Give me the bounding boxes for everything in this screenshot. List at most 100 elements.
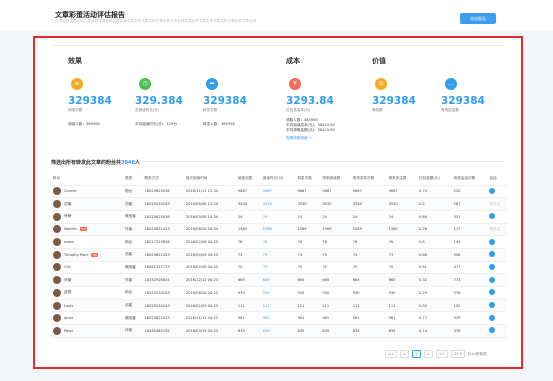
chat-cell[interactable] <box>487 210 507 224</box>
cell-money: 0.77 <box>416 311 452 326</box>
cell-bf: 111 <box>386 299 417 313</box>
effect-note-readers: 阅读人数：384956 <box>68 122 100 126</box>
fan-name[interactable]: Timothy Mart <box>64 253 88 257</box>
table-row[interactable]: Timothy Mart VIP 访客 18029821423 2016/04/05 0… <box>51 248 507 262</box>
cell-dur: 961 <box>260 311 296 326</box>
cell-bf: 961 <box>386 311 417 326</box>
value-sessions-value: 329384 <box>441 95 485 107</box>
filter-summary: 筛选出所有转发此文章的粉丝共3940人 <box>51 159 140 166</box>
fan-name[interactable]: Adam <box>64 240 74 244</box>
chat-bubble-icon[interactable] <box>489 289 496 296</box>
filter-suffix: 人 <box>134 160 140 166</box>
fan-name[interactable]: Louis <box>64 304 73 308</box>
table-row[interactable]: Cris 微信客 18082317723 2016/02/08 04:23 70 70 70… <box>51 261 507 275</box>
not-followed-label[interactable]: 未关注 <box>487 197 507 211</box>
fan-cell: Louis <box>51 299 124 313</box>
cell-br: 73 <box>320 248 351 262</box>
chat-cell[interactable] <box>487 185 507 199</box>
fan-name[interactable]: 洪楠 <box>64 202 71 207</box>
cost-total-value: 3293.84 <box>286 95 334 107</box>
last-page-button[interactable]: >> <box>436 350 449 358</box>
chat-bubble-icon[interactable] <box>489 251 496 258</box>
fan-name[interactable]: Cris <box>64 265 71 269</box>
cell-money: 0.26 <box>416 223 452 237</box>
chat-cell[interactable] <box>487 273 507 287</box>
cell-reads: 665 <box>235 273 261 287</box>
export-report-button[interactable]: 导出报告 <box>460 13 496 24</box>
chat-cell[interactable] <box>487 235 507 249</box>
cell-bf: 665 <box>386 273 417 287</box>
table-row[interactable]: Louis 访客 18529234163 2016/02/05 04:23 111 111… <box>51 299 507 313</box>
first-page-button[interactable]: << <box>385 350 398 358</box>
fan-name[interactable]: 武霞 <box>64 290 71 295</box>
cell-phone: 18082317723 <box>142 261 184 275</box>
table-row[interactable]: Warren VIP 作者 18029821423 2016/06/28 05:34 15… <box>51 223 507 237</box>
chat-cell[interactable] <box>487 299 507 313</box>
cell-type: 粉丝 <box>123 185 143 199</box>
cell-phone: 18529234163 <box>142 286 184 300</box>
page-1-button[interactable]: 1 <box>412 350 422 358</box>
cell-fwd: 73 <box>295 248 321 262</box>
cell-fwd: 1589 <box>295 223 321 237</box>
clock-icon: ◷ <box>139 78 151 90</box>
chat-bubble-icon[interactable] <box>489 213 496 220</box>
table-row[interactable]: Janet 微信客 18029821423 2016/11/11 04:23 961 96… <box>51 311 507 326</box>
table-row[interactable]: Adam 粉丝 18017519856 2016/02/08 04:23 76 76 76 7… <box>51 235 507 249</box>
table-row[interactable]: 武霞 粉丝 18529234163 2016/06/28 04:23 930 930 930… <box>51 286 507 300</box>
table-row[interactable]: 尹薇 作者 18252926854 2016/12/12 04:23 665 665 665… <box>51 273 507 287</box>
column-header: 阅读时长(分) <box>260 173 296 186</box>
fan-name[interactable]: Janet <box>64 316 73 320</box>
cell-time: 2016/06/28 04:23 <box>183 286 236 300</box>
table-row[interactable]: 洪楠 访客 18029234163 2016/06/08 10:24 3530 3530 3… <box>51 197 507 211</box>
cell-money: 0.6 <box>416 235 452 249</box>
fan-name[interactable]: Peter <box>64 329 73 333</box>
not-followed-label[interactable]: 未关注 <box>487 223 507 237</box>
cell-sess: 144 <box>451 235 488 249</box>
cell-dur: 3530 <box>260 197 296 211</box>
page-size-select[interactable]: 20 ▾ <box>451 350 465 358</box>
share-icon: ➦ <box>206 78 218 90</box>
effect-reads-value: 329384 <box>68 95 112 107</box>
fan-name[interactable]: 尹薇 <box>64 278 71 283</box>
view-receive-details-link[interactable]: 查看领取明细 > <box>286 136 312 141</box>
effect-duration-value: 329.384 <box>135 95 183 107</box>
avatar <box>53 314 61 323</box>
chat-cell[interactable] <box>487 261 507 275</box>
cell-bf: 3530 <box>386 197 417 211</box>
cell-sess: 529 <box>451 311 488 326</box>
cell-time: 2016/03/08 10:34 <box>183 210 236 224</box>
cell-reads: 111 <box>235 299 261 313</box>
cell-br: 961 <box>320 311 351 326</box>
chat-cell[interactable] <box>487 311 507 326</box>
vip-badge: VIP <box>90 252 99 257</box>
column-header: 类型 <box>123 173 143 186</box>
table-row[interactable]: Peter 作者 18430440735 2016/03/15 04:23 835 835… <box>51 324 507 338</box>
chat-bubble-icon[interactable] <box>489 302 496 309</box>
table-row[interactable]: 乔静 微信客 18029625036 2016/03/08 10:34 24 24 24 24… <box>51 210 507 224</box>
chat-bubble-icon[interactable] <box>489 187 496 194</box>
table-row[interactable]: Conner 粉丝 18029625036 2016/11/11 12:34 9867 9… <box>51 185 507 199</box>
chat-bubble-icon[interactable] <box>489 276 496 283</box>
chat-cell[interactable] <box>487 286 507 300</box>
cell-money: 0.34 <box>416 299 452 313</box>
next-page-button[interactable]: > <box>424 350 434 358</box>
avatar <box>53 276 61 285</box>
chat-bubble-icon[interactable] <box>489 314 496 321</box>
prev-page-button[interactable]: < <box>400 350 410 358</box>
cost-icon: ¥ <box>289 78 301 90</box>
cell-fwd: 9867 <box>295 185 321 199</box>
cell-bf: 70 <box>386 261 417 275</box>
cost-section-title: 成本 <box>286 57 300 65</box>
fan-cell: 乔静 <box>51 210 124 224</box>
chat-bubble-icon[interactable] <box>489 327 496 334</box>
cell-br: 665 <box>320 273 351 287</box>
cell-sess: 773 <box>451 273 488 287</box>
chat-cell[interactable] <box>487 324 507 338</box>
chat-bubble-icon[interactable] <box>489 238 496 245</box>
cell-dur: 24 <box>260 210 296 224</box>
chat-cell[interactable] <box>487 248 507 262</box>
fan-name[interactable]: Conner <box>64 189 77 193</box>
chat-bubble-icon[interactable] <box>489 263 496 270</box>
fan-name[interactable]: Warren <box>64 227 77 231</box>
fan-name[interactable]: 乔静 <box>64 214 71 219</box>
